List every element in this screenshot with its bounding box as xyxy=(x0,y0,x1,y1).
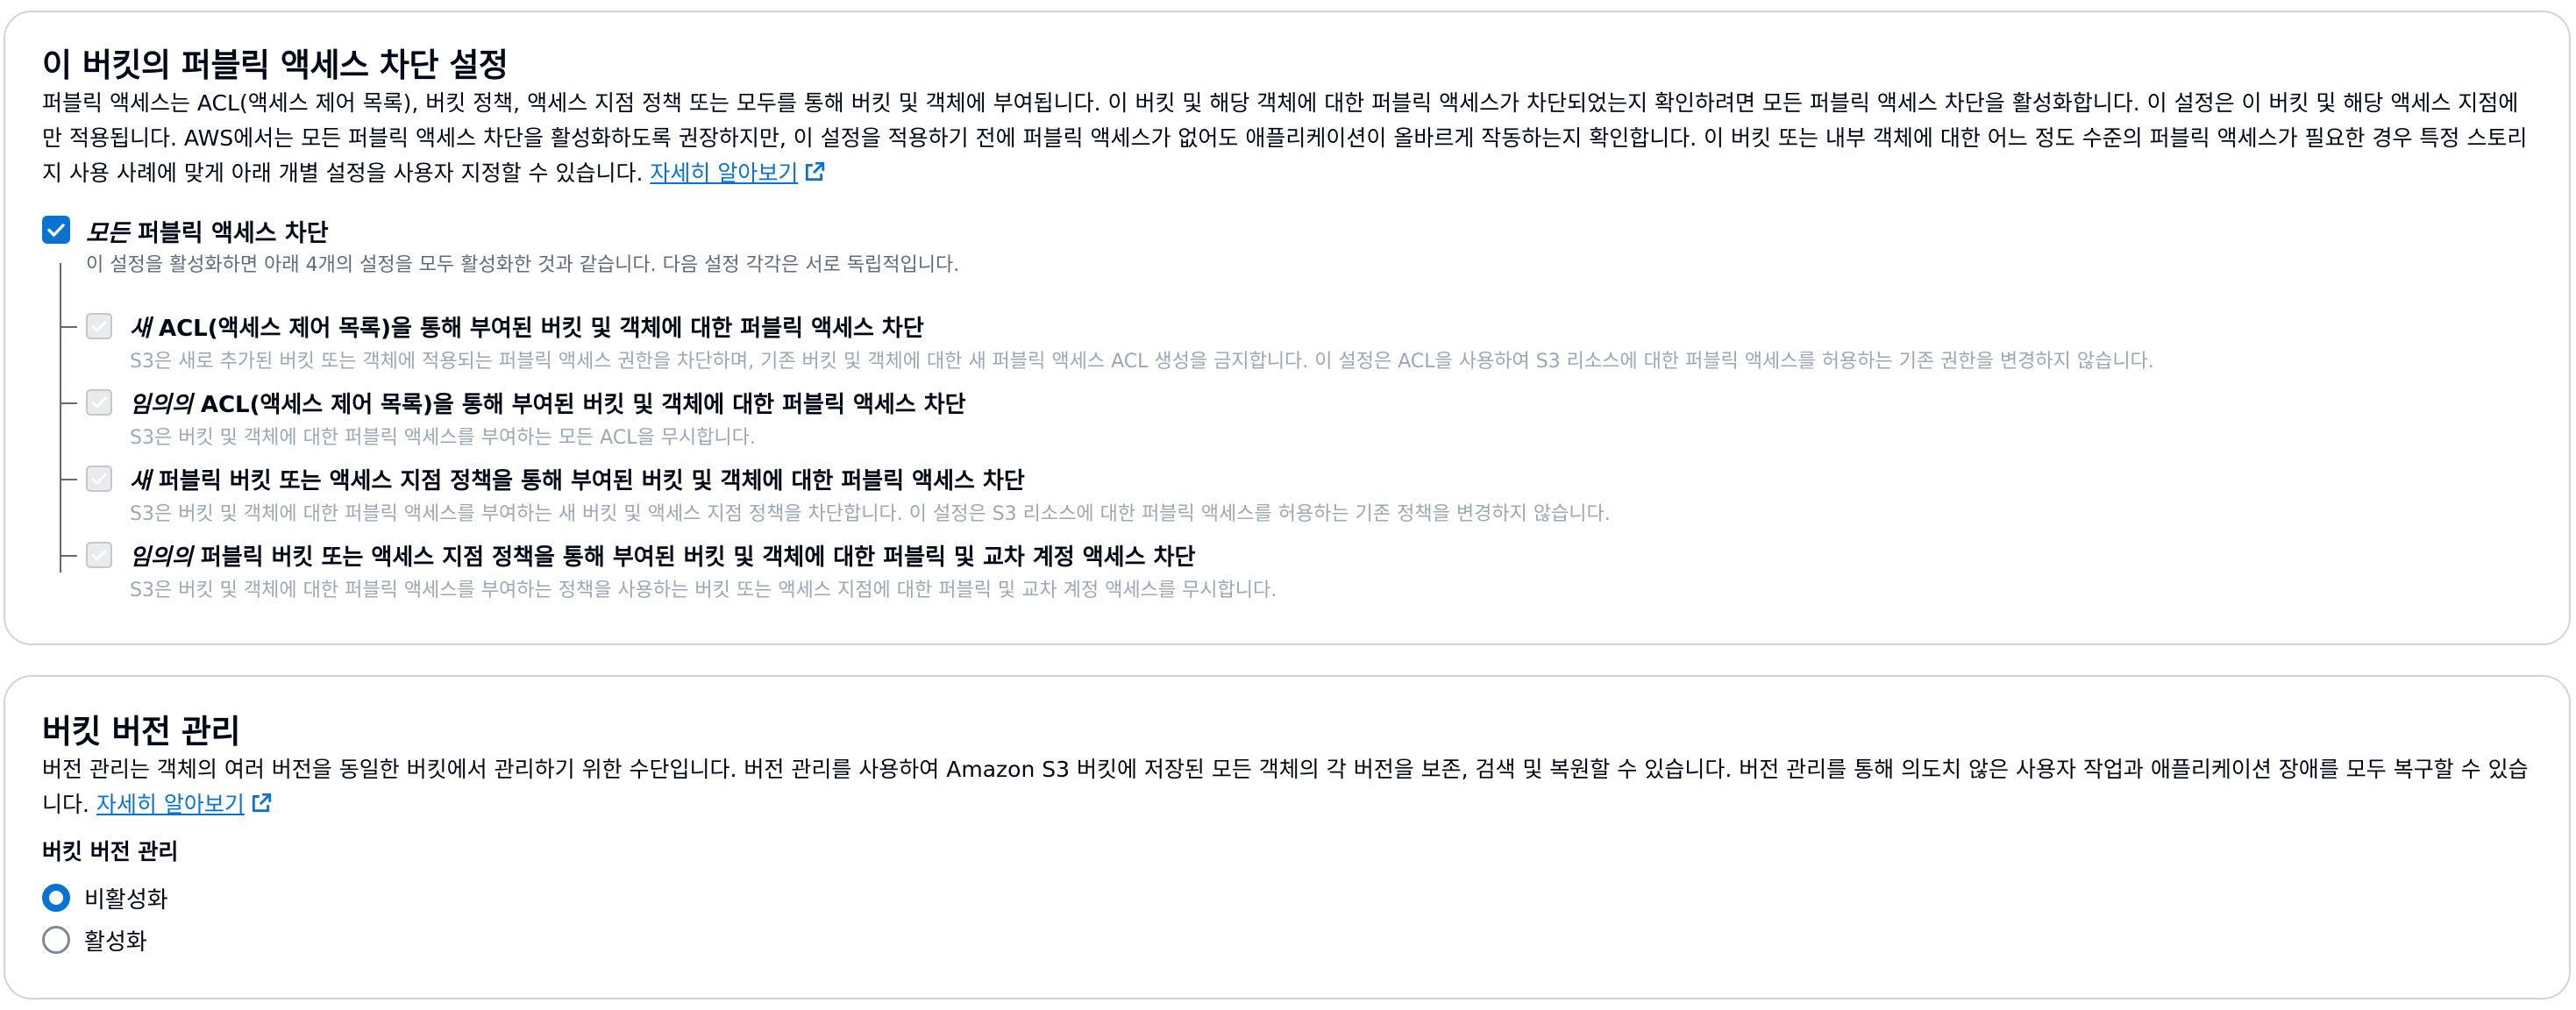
block-any-policies-label[interactable]: 임의의 퍼블릭 버킷 또는 액세스 지점 정책을 통해 부여된 버킷 및 객체에… xyxy=(130,539,1195,572)
external-link-icon xyxy=(250,790,273,825)
tree-branch xyxy=(60,479,77,480)
option-label-emphasis: 임의의 xyxy=(130,392,193,418)
block-all-public-access-label[interactable]: 모든 퍼블릭 액세스 차단 xyxy=(86,214,329,248)
block-any-acls-checkbox[interactable] xyxy=(86,389,112,416)
block-any-acls-label[interactable]: 임의의 ACL(액세스 제어 목록)을 통해 부여된 버킷 및 객체에 대한 퍼… xyxy=(130,387,966,419)
option-label-emphasis: 새 xyxy=(130,468,151,494)
tree-branch xyxy=(60,402,77,404)
checkmark-icon xyxy=(91,397,107,409)
block-all-public-access-description: 이 설정을 활성화하면 아래 4개의 설정을 모두 활성화한 것과 같습니다. … xyxy=(86,254,960,276)
option-label-text: ACL(액세스 제어 목록)을 통해 부여된 버킷 및 객체에 대한 퍼블릭 액… xyxy=(192,392,966,418)
option-label-text: 퍼블릭 버킷 또는 액세스 지점 정책을 통해 부여된 버킷 및 객체에 대한 … xyxy=(150,468,1025,494)
versioning-disable-option[interactable]: 비활성화 xyxy=(42,883,168,914)
bucket-versioning-title: 버킷 버전 관리 xyxy=(42,713,241,750)
versioning-enable-label: 활성화 xyxy=(84,928,147,956)
learn-more-link[interactable]: 자세히 알아보기 xyxy=(96,792,273,817)
block-new-policies-description: S3은 버킷 및 객체에 대한 퍼블릭 액세스를 부여하는 새 버킷 및 액세스… xyxy=(130,503,1611,525)
tree-branch xyxy=(60,326,77,328)
block-public-access-description: 퍼블릭 액세스는 ACL(액세스 제어 목록), 버킷 정책, 액세스 지점 정… xyxy=(42,86,2532,194)
block-all-public-access-checkbox[interactable] xyxy=(42,216,70,244)
checkmark-icon xyxy=(47,224,65,237)
learn-more-link[interactable]: 자세히 알아보기 xyxy=(650,160,826,186)
bucket-versioning-field-label: 버킷 버전 관리 xyxy=(42,839,179,864)
block-new-policies-checkbox[interactable] xyxy=(86,466,112,492)
block-all-label-text: 퍼블릭 액세스 차단 xyxy=(129,220,329,247)
radio-unselected-icon[interactable] xyxy=(42,926,70,954)
external-link-icon xyxy=(803,159,826,194)
versioning-enable-option[interactable]: 활성화 xyxy=(42,925,147,956)
checkmark-icon xyxy=(91,550,107,561)
option-label-emphasis: 임의의 xyxy=(130,544,193,571)
tree-branch xyxy=(60,555,77,557)
option-label-text: ACL(액세스 제어 목록)을 통해 부여된 버킷 및 객체에 대한 퍼블릭 액… xyxy=(150,316,924,342)
block-any-policies-checkbox[interactable] xyxy=(86,542,112,568)
block-any-acls-description: S3은 버킷 및 객체에 대한 퍼블릭 액세스를 부여하는 모든 ACL을 무시… xyxy=(130,427,756,449)
option-label-text: 퍼블릭 버킷 또는 액세스 지점 정책을 통해 부여된 버킷 및 객체에 대한 … xyxy=(192,544,1196,571)
versioning-disable-label: 비활성화 xyxy=(84,886,168,914)
block-new-policies-label[interactable]: 새 퍼블릭 버킷 또는 액세스 지점 정책을 통해 부여된 버킷 및 객체에 대… xyxy=(130,463,1025,495)
bucket-versioning-panel: 버킷 버전 관리 버전 관리는 객체의 여러 버전을 동일한 버킷에서 관리하기… xyxy=(4,675,2571,999)
bucket-versioning-description: 버전 관리는 객체의 여러 버전을 동일한 버킷에서 관리하기 위한 수단입니다… xyxy=(42,752,2532,825)
radio-selected-icon[interactable] xyxy=(42,884,70,912)
bucket-versioning-description-text: 버전 관리는 객체의 여러 버전을 동일한 버킷에서 관리하기 위한 수단입니다… xyxy=(42,757,2529,817)
block-new-acls-checkbox[interactable] xyxy=(86,313,112,339)
checkmark-icon xyxy=(91,473,107,485)
block-any-policies-description: S3은 버킷 및 객체에 대한 퍼블릭 액세스를 부여하는 정책을 사용하는 버… xyxy=(130,580,1277,601)
block-public-access-title: 이 버킷의 퍼블릭 액세스 차단 설정 xyxy=(42,46,509,84)
block-public-access-panel: 이 버킷의 퍼블릭 액세스 차단 설정 퍼블릭 액세스는 ACL(액세스 제어 … xyxy=(4,11,2571,645)
block-new-acls-description: S3은 새로 추가된 버킷 또는 객체에 적용되는 퍼블릭 액세스 권한을 차단… xyxy=(130,351,2154,373)
block-public-access-description-text: 퍼블릭 액세스는 ACL(액세스 제어 목록), 버킷 정책, 액세스 지점 정… xyxy=(42,90,2528,186)
tree-connector xyxy=(60,263,61,573)
block-new-acls-label[interactable]: 새 ACL(액세스 제어 목록)을 통해 부여된 버킷 및 객체에 대한 퍼블릭… xyxy=(130,310,924,343)
learn-more-link-label: 자세히 알아보기 xyxy=(96,792,245,817)
checkmark-icon xyxy=(91,321,107,332)
option-label-emphasis: 새 xyxy=(130,316,151,342)
learn-more-link-label: 자세히 알아보기 xyxy=(650,160,799,186)
block-all-label-emphasis: 모든 xyxy=(86,220,130,247)
